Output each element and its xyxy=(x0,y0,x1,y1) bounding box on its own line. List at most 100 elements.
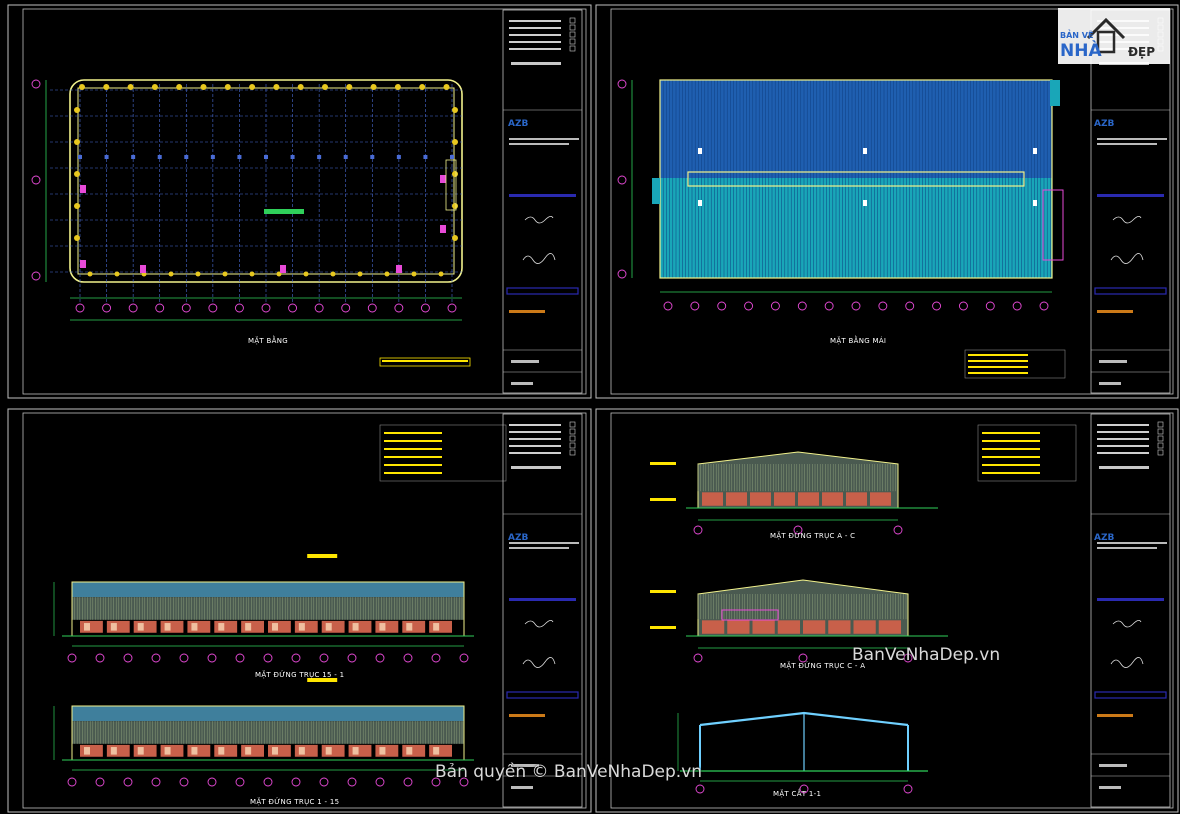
note-line xyxy=(982,440,1040,442)
addr-line xyxy=(1097,547,1157,549)
tree xyxy=(357,271,363,277)
tree xyxy=(394,84,401,90)
grid-bubble xyxy=(690,301,700,311)
door-marker xyxy=(396,265,402,273)
blue-bar xyxy=(509,194,576,197)
brick-bay xyxy=(214,620,238,633)
blue-box xyxy=(506,287,579,295)
tree xyxy=(273,84,280,90)
tree xyxy=(249,271,255,277)
level-tag xyxy=(650,498,676,501)
sheet-title-elevation-1-15: MẶT ĐỨNG TRỤC 1 - 15 xyxy=(250,797,339,806)
brick-bay xyxy=(702,492,723,506)
brick-bay xyxy=(241,744,264,757)
window xyxy=(245,747,252,755)
grid-bubble xyxy=(179,653,189,663)
window xyxy=(218,623,225,631)
brick-bay xyxy=(846,492,867,506)
wall-cladding xyxy=(72,721,464,744)
brick-bay xyxy=(80,620,103,633)
brick-bay xyxy=(402,744,426,757)
grid-bubble xyxy=(375,777,385,787)
window xyxy=(272,623,278,631)
brick-bay xyxy=(726,492,747,506)
title-block-frame xyxy=(1090,9,1171,394)
sheet-title-roof: MẶT BẰNG MÁI xyxy=(830,335,886,345)
grid-bubble xyxy=(31,79,41,89)
addr-line xyxy=(509,138,579,140)
tree xyxy=(330,271,336,277)
grid-bubble xyxy=(693,653,703,663)
grid-bubble xyxy=(367,303,377,313)
check-box xyxy=(1157,442,1164,449)
grid-bubble xyxy=(798,653,808,663)
column xyxy=(78,155,82,159)
roof-side xyxy=(652,178,660,204)
grid-bubble xyxy=(347,653,357,663)
grid-bubble xyxy=(151,653,161,663)
grid-bubble xyxy=(234,303,244,313)
roof-upper-panel xyxy=(660,80,1052,178)
grid-bubble xyxy=(31,271,41,281)
column xyxy=(450,155,454,159)
grid-bubble xyxy=(291,777,301,787)
blue-box xyxy=(1094,691,1167,699)
grid-bubble xyxy=(459,653,469,663)
tree xyxy=(249,84,256,90)
spec-line xyxy=(509,34,561,36)
window xyxy=(191,747,198,755)
brick-bay xyxy=(429,744,452,757)
brick-bay xyxy=(727,620,750,634)
signature xyxy=(1112,216,1142,224)
grid-bubble xyxy=(151,777,161,787)
column xyxy=(264,155,268,159)
tree xyxy=(452,203,458,209)
window xyxy=(433,623,440,631)
roof-lower-panel xyxy=(660,178,1052,278)
logo-dep: ĐẸP xyxy=(1128,45,1155,59)
brick-bay xyxy=(294,744,318,757)
level-tag xyxy=(650,462,676,465)
grid-bubble xyxy=(851,301,861,311)
grid-bubble xyxy=(181,303,191,313)
note-line xyxy=(982,464,1040,466)
company-mark-2: AZB xyxy=(1094,119,1114,129)
company-mark-1: AZB xyxy=(508,119,528,129)
note-line xyxy=(968,372,1028,374)
tree xyxy=(79,84,85,90)
window xyxy=(191,623,198,631)
sheet-title-section-1-1: MẶT CẮT 1-1 xyxy=(773,788,821,798)
banvenhadep-logo: BẢN VẼ NHÀ ĐẸP xyxy=(1058,8,1170,64)
elevation-drawings xyxy=(53,424,1077,787)
grid-bubble xyxy=(207,777,217,787)
brick-bay xyxy=(321,744,345,757)
sheet-no xyxy=(1099,360,1127,363)
window xyxy=(298,747,305,755)
grid-bubble xyxy=(179,777,189,787)
tree xyxy=(384,271,390,277)
window xyxy=(84,623,90,631)
blue-bar xyxy=(1097,598,1164,601)
note-line xyxy=(968,354,1028,356)
tree xyxy=(74,171,80,177)
grid-bubble xyxy=(341,303,351,313)
grid-bubble xyxy=(263,653,273,663)
door-marker xyxy=(440,175,446,183)
grid-bubble xyxy=(744,301,754,311)
grid-bubble xyxy=(261,303,271,313)
spec-line xyxy=(1097,424,1149,426)
column xyxy=(290,155,295,159)
note-line xyxy=(384,448,442,450)
tree xyxy=(452,235,458,241)
orange-bar xyxy=(1097,310,1133,313)
house-logo-icon: BẢN VẼ NHÀ ĐẸP xyxy=(1058,8,1170,64)
window xyxy=(406,747,413,755)
grid-bubble xyxy=(319,777,329,787)
addr-line xyxy=(1097,143,1157,145)
grid-bubble xyxy=(932,301,942,311)
wall-cladding xyxy=(72,597,464,620)
window xyxy=(406,623,413,631)
note-line xyxy=(384,464,442,466)
roof-side xyxy=(1050,80,1060,106)
check-box xyxy=(569,31,576,38)
